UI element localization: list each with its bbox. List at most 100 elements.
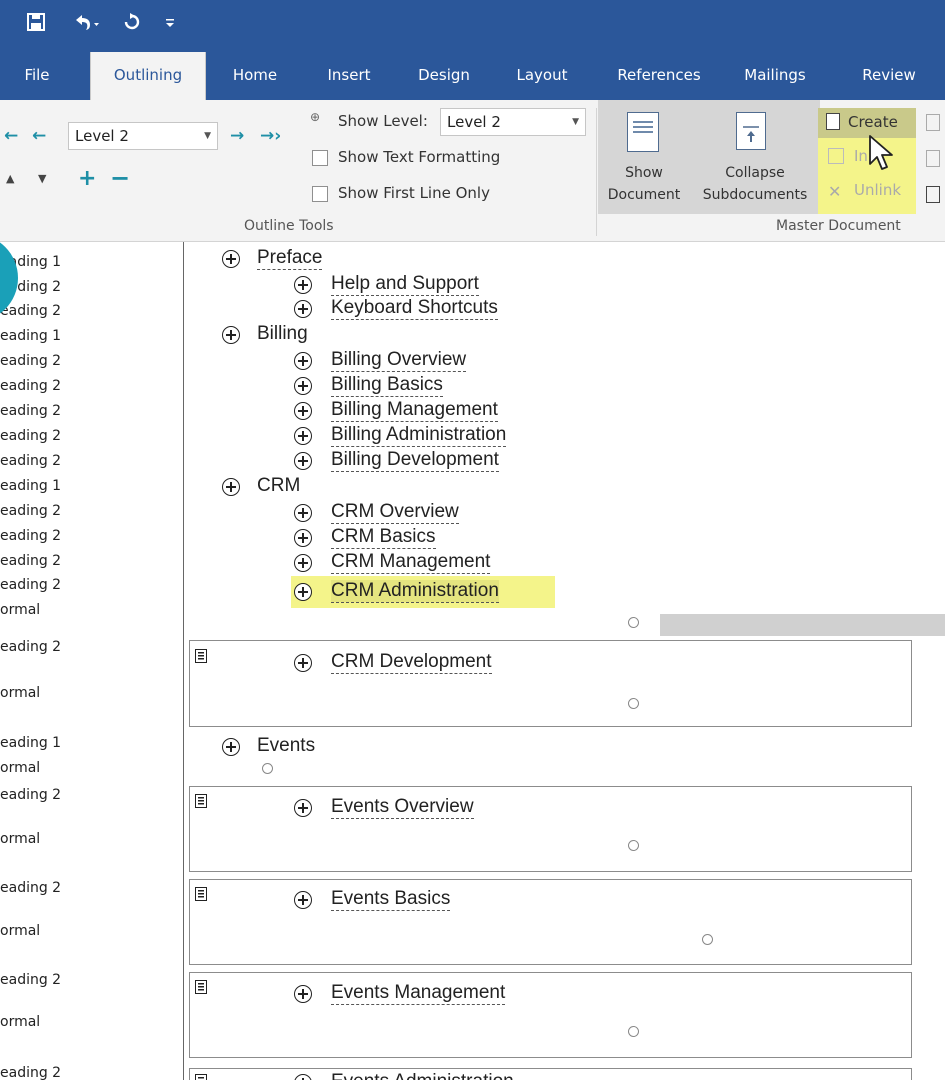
expand-icon[interactable] xyxy=(294,554,312,572)
undo-icon[interactable] xyxy=(72,12,100,37)
expand-icon[interactable] xyxy=(294,504,312,522)
style-label: eading 2 xyxy=(0,303,62,319)
body-text-dot xyxy=(702,934,713,945)
subdocument-icon[interactable] xyxy=(195,649,207,663)
subdocument-box xyxy=(189,640,912,727)
promote-to-heading1-icon[interactable]: ← xyxy=(4,126,18,146)
style-label: ormal xyxy=(0,760,41,776)
show-text-formatting-checkbox[interactable] xyxy=(312,150,328,166)
show-text-formatting-label: Show Text Formatting xyxy=(338,148,501,166)
merge-icon[interactable] xyxy=(926,114,940,131)
expand-icon[interactable] xyxy=(222,738,240,756)
style-label: eading 2 xyxy=(0,403,62,419)
outline-level-value: Level 2 xyxy=(75,127,129,145)
tab-insert[interactable]: Insert xyxy=(318,52,380,100)
expand-icon[interactable] xyxy=(294,352,312,370)
outline-heading-2[interactable]: Events Management xyxy=(331,982,506,1005)
collapse-icon[interactable]: − xyxy=(110,164,130,192)
outline-heading-2[interactable]: Billing Overview xyxy=(331,349,467,372)
show-level-combo[interactable]: Level 2 ▼ xyxy=(440,108,586,136)
style-label: eading 2 xyxy=(0,972,62,988)
expand-icon[interactable] xyxy=(222,478,240,496)
collapse-subdocuments-icon xyxy=(736,112,766,150)
tab-mailings[interactable]: Mailings xyxy=(732,52,818,100)
subdocument-icon[interactable] xyxy=(195,1074,207,1080)
subdocument-icon[interactable] xyxy=(195,887,207,901)
customize-qat-icon[interactable] xyxy=(164,12,176,40)
body-text-dot xyxy=(628,698,639,709)
outline-level-combo[interactable]: Level 2 ▼ xyxy=(68,122,218,150)
demote-to-body-icon[interactable]: →› xyxy=(260,126,281,146)
tab-layout[interactable]: Layout xyxy=(506,52,578,100)
tab-design[interactable]: Design xyxy=(408,52,480,100)
create-label: Create xyxy=(848,113,898,131)
chevron-down-icon: ▼ xyxy=(572,117,579,127)
expand-icon[interactable] xyxy=(294,452,312,470)
expand-icon[interactable]: + xyxy=(78,166,96,191)
outline-heading-2[interactable]: CRM Management xyxy=(331,551,491,574)
move-up-icon[interactable]: ▲ xyxy=(6,172,14,185)
style-label: eading 1 xyxy=(0,478,62,494)
unlink-icon: ✕ xyxy=(828,182,842,201)
expand-icon[interactable] xyxy=(294,985,312,1003)
outline-heading-2[interactable]: Events Overview xyxy=(331,796,474,819)
expand-icon[interactable] xyxy=(222,250,240,268)
create-icon xyxy=(826,113,840,130)
tab-references[interactable]: References xyxy=(606,52,712,100)
unlink-button[interactable]: ✕ Unlink xyxy=(824,178,916,206)
expand-icon[interactable] xyxy=(294,300,312,318)
style-area: eading 1 eading 2 eading 2 eading 1 eadi… xyxy=(0,242,184,1080)
style-label: eading 2 xyxy=(0,428,62,444)
lock-document-icon[interactable] xyxy=(926,186,940,203)
split-icon[interactable] xyxy=(926,150,940,167)
tab-review[interactable]: Review xyxy=(844,52,934,100)
expand-icon[interactable] xyxy=(294,799,312,817)
show-first-line-only-checkbox[interactable] xyxy=(312,186,328,202)
outline-heading-1[interactable]: Preface xyxy=(257,247,323,270)
outline-heading-2[interactable]: Billing Basics xyxy=(331,374,443,397)
promote-icon[interactable]: ← xyxy=(32,126,46,146)
subdocument-icon[interactable] xyxy=(195,794,207,808)
expand-icon[interactable] xyxy=(294,529,312,547)
outline-heading-2[interactable]: Events Administration xyxy=(331,1071,514,1080)
expand-icon[interactable] xyxy=(294,402,312,420)
outline-tools-group-label: Outline Tools xyxy=(244,218,334,234)
style-label: eading 2 xyxy=(0,553,62,569)
outline-heading-2[interactable]: Events Basics xyxy=(331,888,451,911)
outline-heading-2[interactable]: CRM Basics xyxy=(331,526,436,549)
outline-heading-1[interactable]: CRM xyxy=(257,475,300,497)
outline-document: Preface Help and Support Keyboard Shortc… xyxy=(185,242,945,1080)
outline-heading-1[interactable]: Billing xyxy=(257,323,308,345)
outline-heading-2[interactable]: Billing Management xyxy=(331,399,498,422)
outline-heading-2[interactable]: Keyboard Shortcuts xyxy=(331,297,498,320)
unlink-label: Unlink xyxy=(854,181,902,199)
expand-icon[interactable] xyxy=(294,891,312,909)
tab-home[interactable]: Home xyxy=(222,52,288,100)
move-down-icon[interactable]: ▼ xyxy=(38,172,46,185)
style-label: eading 1 xyxy=(0,735,62,751)
redo-icon[interactable] xyxy=(122,12,142,37)
outline-heading-1[interactable]: Events xyxy=(257,735,315,757)
expand-icon[interactable] xyxy=(294,427,312,445)
demote-icon[interactable]: → xyxy=(230,126,244,146)
body-text-dot xyxy=(262,763,273,774)
expand-icon[interactable] xyxy=(294,377,312,395)
expand-icon[interactable] xyxy=(294,654,312,672)
outline-heading-2-selected[interactable]: CRM Administration xyxy=(331,580,499,603)
outline-heading-2[interactable]: CRM Overview xyxy=(331,501,459,524)
save-icon[interactable] xyxy=(26,12,46,37)
expand-icon[interactable] xyxy=(222,326,240,344)
outline-heading-2[interactable]: Billing Development xyxy=(331,449,499,472)
tab-file[interactable]: File xyxy=(12,52,62,100)
style-label: eading 2 xyxy=(0,787,62,803)
outline-heading-2[interactable]: CRM Development xyxy=(331,651,492,674)
style-label: eading 2 xyxy=(0,353,62,369)
show-document-label-1: Show xyxy=(625,165,663,181)
style-label: ormal xyxy=(0,1014,41,1030)
subdocument-icon[interactable] xyxy=(195,980,207,994)
expand-icon[interactable] xyxy=(294,276,312,294)
expand-icon[interactable] xyxy=(294,583,312,601)
outline-heading-2[interactable]: Billing Administration xyxy=(331,424,507,447)
tab-outlining[interactable]: Outlining xyxy=(90,52,206,100)
outline-heading-2[interactable]: Help and Support xyxy=(331,273,479,296)
